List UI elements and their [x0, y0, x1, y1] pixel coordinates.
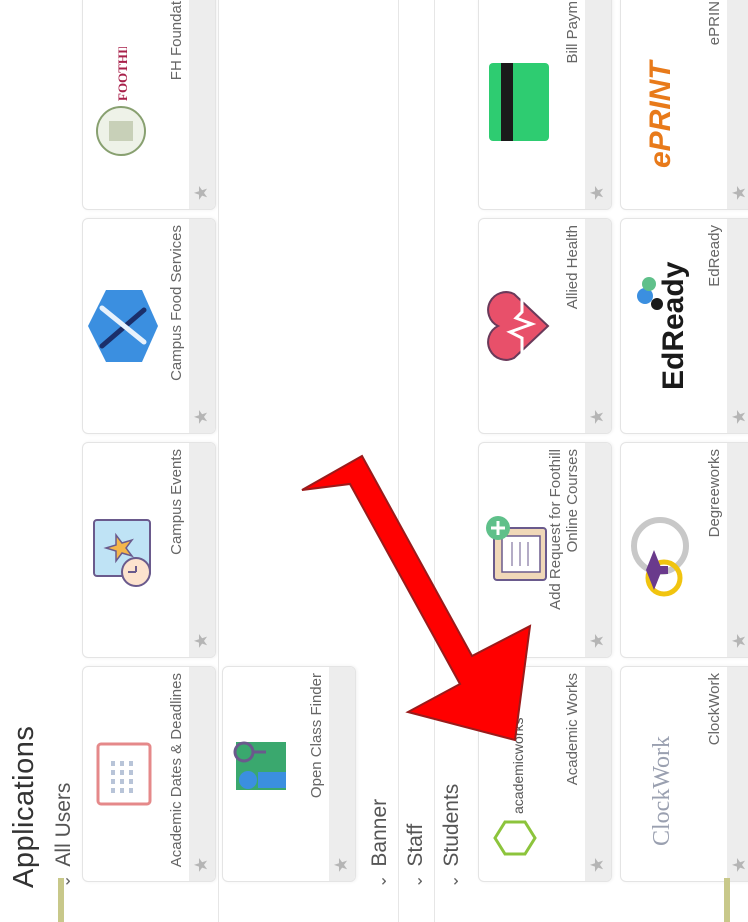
tile-add-request[interactable]: Add Request for Foothill Online Courses … [478, 442, 612, 658]
tile-label: ePRIN [706, 1, 723, 46]
star-icon[interactable]: ★ [587, 185, 608, 201]
chevron-down-icon: ⌄ [373, 874, 390, 888]
fork-knife-icon [83, 219, 163, 433]
star-icon[interactable]: ★ [331, 857, 352, 873]
tile-label: EdReady [706, 225, 723, 287]
edready-logo: EdReady [621, 219, 701, 433]
chevron-down-icon: ⌄ [409, 874, 426, 888]
academicworks-logo: academicworks [479, 667, 559, 881]
frame-edge [58, 878, 64, 922]
tile-campus-food-services[interactable]: Campus Food Services ★ [82, 218, 216, 434]
eprint-logo: ePRINT [621, 0, 701, 209]
clockwork-logo: ClockWork [621, 667, 701, 881]
magnifier-person-icon [223, 667, 303, 881]
applications-canvas: Applications ⌄All Users Academic Dates &… [0, 0, 748, 922]
svg-text:FOOTHILL-DE ANZA FOUNDATION: FOOTHILL-DE ANZA FOUNDATION [115, 47, 130, 101]
planner-clock-icon [83, 443, 163, 657]
tile-allied-health[interactable]: Allied Health ★ [478, 218, 612, 434]
tile-label: ClockWork [706, 673, 723, 746]
star-icon[interactable]: ★ [729, 409, 748, 425]
section-staff[interactable]: ⌄Staff [404, 824, 428, 888]
page-title: Applications [8, 725, 40, 888]
svg-text:EdReady: EdReady [657, 261, 690, 390]
chevron-down-icon: ⌄ [445, 874, 462, 888]
tile-bill-payment[interactable]: Bill Paym ★ [478, 0, 612, 210]
star-icon[interactable]: ★ [729, 185, 748, 201]
svg-text:ePRINT: ePRINT [644, 59, 677, 168]
tile-campus-events[interactable]: Campus Events ★ [82, 442, 216, 658]
tile-label: Campus Events [168, 449, 185, 555]
tile-label: Degreeworks [706, 449, 723, 538]
star-icon[interactable]: ★ [729, 857, 748, 873]
tile-academic-works[interactable]: academicworks Academic Works ★ [478, 666, 612, 882]
page: Applications ⌄All Users Academic Dates &… [0, 0, 748, 922]
tile-label: FH Foundat [168, 1, 185, 81]
tile-edready[interactable]: EdReady EdReady ★ [620, 218, 748, 434]
tile-label: Campus Food Services [168, 225, 185, 381]
calendar-icon [83, 667, 163, 881]
tile-label: Open Class Finder [308, 673, 325, 799]
star-icon[interactable]: ★ [191, 633, 212, 649]
svg-text:academicworks: academicworks [510, 718, 526, 814]
tile-label: Academic Works [564, 673, 581, 786]
tile-degreeworks[interactable]: Degreeworks ★ [620, 442, 748, 658]
star-icon[interactable]: ★ [587, 857, 608, 873]
tile-label: Academic Dates & Deadlines [168, 673, 185, 868]
star-icon[interactable]: ★ [191, 185, 212, 201]
star-icon[interactable]: ★ [587, 409, 608, 425]
graduation-icon [621, 443, 701, 657]
tile-eprint[interactable]: ePRINT ePRIN ★ [620, 0, 748, 210]
foundation-logo: FOOTHILL-DE ANZA FOUNDATION [83, 0, 163, 209]
section-all-users[interactable]: ⌄All Users [52, 783, 76, 888]
heart-pulse-icon [479, 219, 559, 433]
section-banner[interactable]: ⌄Banner [368, 799, 392, 888]
tile-fh-foundation[interactable]: FOOTHILL-DE ANZA FOUNDATION FH Foundat ★ [82, 0, 216, 210]
svg-text:ClockWork: ClockWork [649, 736, 675, 846]
tile-label: Add Request for Foothill Online Courses [547, 449, 581, 610]
star-icon[interactable]: ★ [587, 633, 608, 649]
star-icon[interactable]: ★ [191, 409, 212, 425]
tile-open-class-finder[interactable]: Open Class Finder ★ [222, 666, 356, 882]
section-students[interactable]: ⌄Students [440, 784, 464, 888]
star-icon[interactable]: ★ [729, 633, 748, 649]
tile-academic-dates[interactable]: Academic Dates & Deadlines ★ [82, 666, 216, 882]
frame-edge [724, 878, 730, 922]
tile-label: Allied Health [564, 225, 581, 310]
star-icon[interactable]: ★ [191, 857, 212, 873]
tile-label: Bill Paym [564, 1, 581, 64]
card-icon [479, 0, 559, 209]
tile-clockwork[interactable]: ClockWork ClockWork ★ [620, 666, 748, 882]
